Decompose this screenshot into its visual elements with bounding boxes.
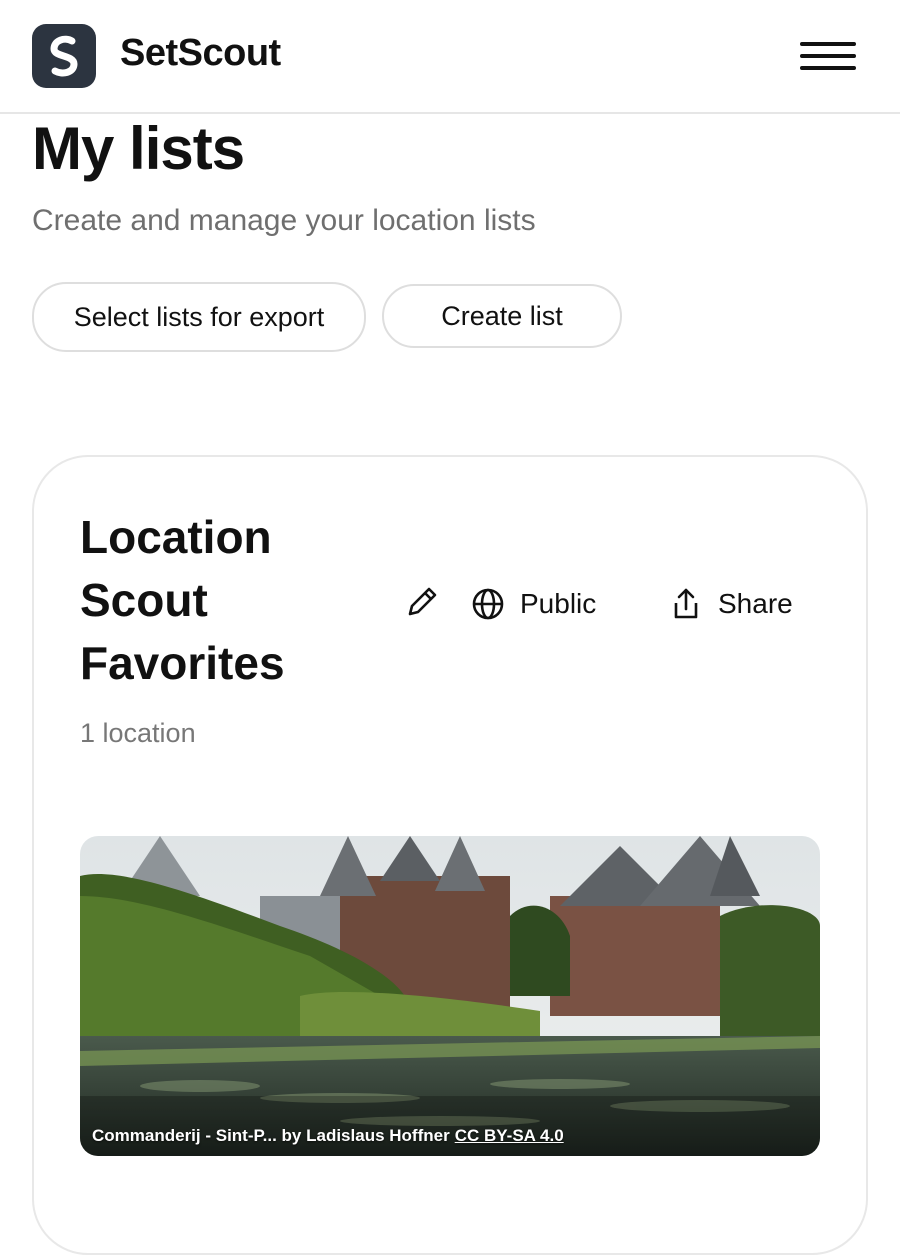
pencil-icon[interactable] [402, 582, 442, 622]
hamburger-menu-icon[interactable] [796, 36, 860, 76]
page-title: My lists [32, 115, 245, 182]
visibility-label: Public [520, 588, 597, 619]
photo-attribution: Commanderij - Sint-P... by Ladislaus Hof… [92, 1126, 564, 1146]
location-photo[interactable]: Commanderij - Sint-P... by Ladislaus Hof… [80, 836, 820, 1156]
create-list-button[interactable]: Create list [382, 284, 622, 348]
brand-name[interactable]: SetScout [120, 32, 281, 75]
share-label: Share [718, 588, 793, 619]
page-subtitle: Create and manage your location lists [32, 204, 536, 237]
share-icon [674, 588, 698, 619]
list-title[interactable]: Location Scout Favorites [80, 506, 340, 695]
setscout-logo-icon[interactable] [32, 24, 96, 88]
globe-icon [472, 588, 504, 620]
select-lists-export-button[interactable]: Select lists for export [32, 282, 366, 352]
top-bar: SetScout [0, 0, 900, 114]
license-link[interactable]: CC BY-SA 4.0 [455, 1126, 564, 1145]
share-button[interactable]: Share [668, 580, 793, 628]
visibility-public-button[interactable]: Public [470, 580, 596, 628]
location-count: 1 location [80, 718, 196, 748]
photo-caption: Commanderij - Sint-P... by Ladislaus Hof… [92, 1126, 450, 1145]
